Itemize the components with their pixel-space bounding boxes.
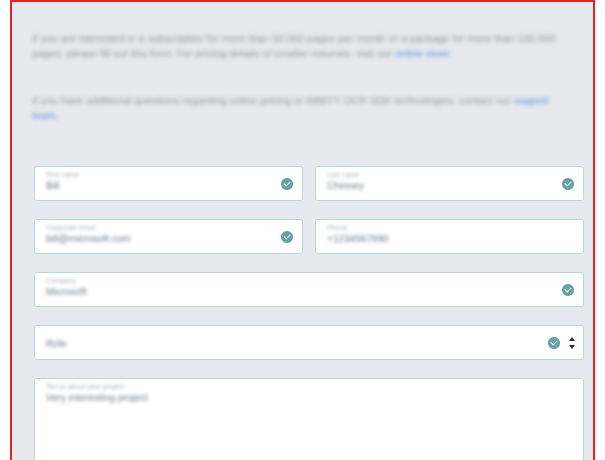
message-value: Very interesting project [46, 393, 148, 404]
message-label: Tell us about your project [46, 384, 124, 391]
check-icon [548, 336, 560, 349]
email-value: bill@microsoft.com [46, 234, 131, 245]
intro-text: If you are interested in a subscription … [32, 33, 556, 60]
email-label: Corporate email [46, 225, 96, 232]
email-field[interactable]: Corporate email bill@microsoft.com [34, 219, 303, 254]
role-value: Role [46, 339, 67, 350]
company-value: Microsoft [46, 287, 87, 298]
phone-value: +1234567890 [327, 234, 389, 245]
company-label: Company [46, 278, 76, 285]
first-name-value: Bill [46, 181, 60, 192]
select-arrows-icon[interactable] [569, 336, 576, 349]
role-select[interactable]: Role [34, 325, 584, 360]
last-name-label: Last name [327, 172, 360, 179]
online-store-link[interactable]: online store. [395, 48, 452, 60]
message-textarea[interactable]: Tell us about your project Very interest… [34, 378, 584, 460]
intro-paragraph: If you are interested in a subscription … [32, 32, 577, 62]
check-icon [281, 230, 293, 243]
phone-label: Phone [327, 225, 348, 232]
company-field[interactable]: Company Microsoft [34, 272, 584, 307]
check-icon [281, 177, 293, 190]
support-paragraph: If you have additional questions regardi… [32, 94, 577, 124]
support-text: If you have additional questions regardi… [32, 95, 512, 107]
first-name-field[interactable]: First name Bill [34, 166, 303, 201]
check-icon [562, 283, 574, 296]
last-name-value: Chinney [327, 181, 364, 192]
first-name-label: First name [46, 172, 80, 179]
last-name-field[interactable]: Last name Chinney [315, 166, 584, 201]
form-panel: If you are interested in a subscription … [10, 0, 595, 460]
phone-field[interactable]: Phone +1234567890 [315, 219, 584, 254]
check-icon [562, 177, 574, 190]
